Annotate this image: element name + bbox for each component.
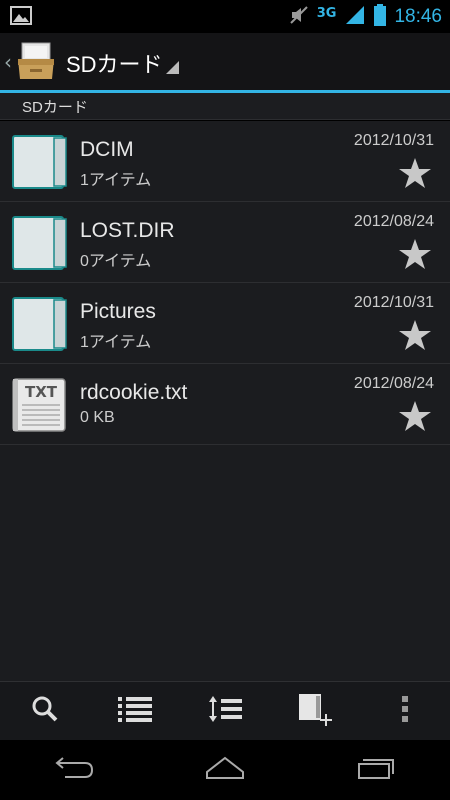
up-chevron-icon[interactable]: ‹ (4, 50, 12, 74)
search-button[interactable] (0, 682, 90, 740)
txt-label: TXT (25, 383, 58, 401)
file-row-rdcookie[interactable]: TXT rdcookie.txt 0 KB 2012/08/24 (0, 364, 450, 445)
dropdown-indicator-icon[interactable] (166, 61, 179, 74)
folder-icon (12, 134, 68, 194)
home-icon (205, 756, 245, 784)
status-bar: 3G 18:46 (0, 0, 450, 33)
file-date: 2012/10/31 (353, 294, 434, 311)
search-icon (31, 695, 59, 727)
sdcard-app-icon[interactable] (16, 41, 56, 85)
sort-icon (208, 695, 242, 727)
txt-file-icon: TXT (12, 377, 68, 437)
breadcrumb: SDカード (0, 93, 450, 120)
star-icon[interactable] (398, 238, 432, 274)
list-view-icon (118, 695, 152, 727)
bottom-toolbar (0, 681, 450, 740)
clock: 18:46 (394, 5, 442, 27)
file-date: 2012/08/24 (353, 375, 434, 392)
recents-button[interactable] (300, 740, 450, 800)
file-row-dcim[interactable]: DCIM 1アイテム 2012/10/31 (0, 121, 450, 202)
file-date: 2012/10/31 (353, 132, 434, 149)
action-bar: ‹ SDカード (0, 33, 450, 90)
system-nav-bar (0, 740, 450, 800)
star-icon[interactable] (398, 319, 432, 355)
breadcrumb-item[interactable]: SDカード (22, 96, 88, 117)
muted-icon (289, 5, 309, 29)
file-meta: 0アイテム (80, 253, 152, 270)
battery-icon (374, 3, 387, 30)
file-list: DCIM 1アイテム 2012/10/31 LOST.DIR 0アイテム 201… (0, 121, 450, 681)
view-list-button[interactable] (90, 682, 180, 740)
folder-icon (12, 296, 68, 356)
file-meta: 1アイテム (80, 334, 152, 351)
file-name: LOST.DIR (80, 219, 175, 242)
new-folder-button[interactable] (270, 682, 360, 740)
back-icon (55, 756, 95, 784)
file-meta: 0 KB (80, 409, 115, 426)
network-type: 3G (316, 6, 337, 21)
folder-icon (12, 215, 68, 275)
file-name: DCIM (80, 138, 134, 161)
star-icon[interactable] (398, 400, 432, 436)
file-date: 2012/08/24 (353, 213, 434, 230)
overflow-menu-icon (401, 695, 409, 727)
file-name: Pictures (80, 300, 156, 323)
back-button[interactable] (0, 740, 150, 800)
file-meta: 1アイテム (80, 172, 152, 189)
file-row-pictures[interactable]: Pictures 1アイテム 2012/10/31 (0, 283, 450, 364)
file-row-lost-dir[interactable]: LOST.DIR 0アイテム 2012/08/24 (0, 202, 450, 283)
recents-icon (355, 756, 395, 784)
overflow-menu-button[interactable] (360, 682, 450, 740)
add-item-icon (298, 692, 332, 730)
star-icon[interactable] (398, 157, 432, 193)
signal-icon (344, 4, 366, 30)
page-title[interactable]: SDカード (66, 47, 163, 79)
file-name: rdcookie.txt (80, 381, 188, 404)
home-button[interactable] (150, 740, 300, 800)
gallery-notification-icon (10, 6, 32, 30)
sort-button[interactable] (180, 682, 270, 740)
